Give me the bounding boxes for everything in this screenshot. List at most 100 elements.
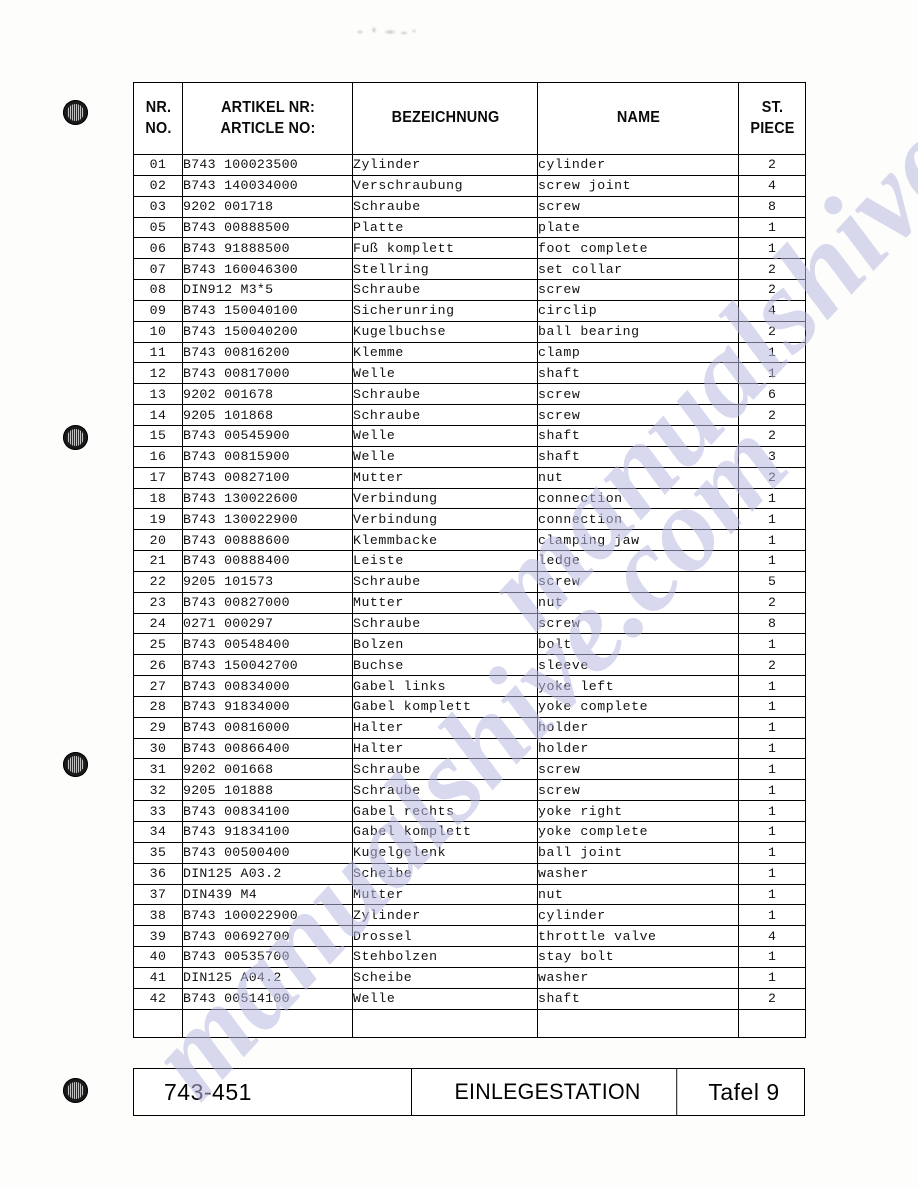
cell-article-number: B743 00692700 xyxy=(182,925,353,948)
cell-article-number: B743 150042700 xyxy=(182,654,353,677)
cell-article-number: 9205 101888 xyxy=(182,779,353,802)
cell-piece: 2 xyxy=(738,424,806,447)
drawing-title-block: 743-451 EINLEGESTATION Tafel 9 xyxy=(133,1068,805,1116)
cell-name: foot complete xyxy=(537,237,739,260)
table-row: 23 B743 00827000 Mutter nut 2 xyxy=(133,591,806,614)
punch-hole-marker xyxy=(63,100,88,125)
cell-article-number: B743 00866400 xyxy=(182,737,353,760)
table-row: 19 B743 130022900 Verbindung connection 1 xyxy=(133,508,806,531)
cell-name: clamp xyxy=(537,341,739,364)
cell-name: stay bolt xyxy=(537,946,739,968)
cell-designation: Mutter xyxy=(352,883,538,906)
cell-number: 34 xyxy=(133,821,183,843)
table-row: 29 B743 00816000 Halter holder 1 xyxy=(133,716,806,739)
table-row: 16 B743 00815900 Welle shaft 3 xyxy=(133,445,806,468)
cell-article-number: B743 100023500 xyxy=(182,154,353,176)
cell-name: nut xyxy=(537,466,739,489)
cell-designation: Verbindung xyxy=(352,487,538,510)
scan-smudge-artifact xyxy=(352,24,422,40)
table-row: 20 B743 00888600 Klemmbacke clamping jaw 1 xyxy=(133,529,806,552)
cell-piece: 1 xyxy=(738,508,806,531)
cell-designation: Schraube xyxy=(352,404,538,426)
cell-name: cylinder xyxy=(537,904,739,927)
cell-designation: Bolzen xyxy=(352,633,538,656)
cell-piece: 3 xyxy=(738,445,806,468)
table-row: 22 9205 101573 Schraube screw 5 xyxy=(133,570,806,593)
cell-number: 05 xyxy=(133,216,183,239)
table-row: 27 B743 00834000 Gabel links yoke left 1 xyxy=(133,675,806,697)
cell-number: 35 xyxy=(133,841,183,864)
cell-number: 18 xyxy=(133,487,183,510)
cell-article-number: B743 150040200 xyxy=(182,320,353,343)
table-row: 32 9205 101888 Schraube screw 1 xyxy=(133,779,806,802)
cell-number: 01 xyxy=(133,154,183,176)
cell-piece: 1 xyxy=(738,758,806,781)
cell-designation: Welle xyxy=(352,362,538,385)
cell-name: screw xyxy=(537,779,739,802)
cell-number: 12 xyxy=(133,362,183,385)
table-row: 09 B743 150040100 Sicherunring circlip 4 xyxy=(133,299,806,322)
table-header: NR. NO. ARTIKEL NR: ARTICLE NO: BEZEICHN… xyxy=(134,82,806,155)
cell-article-number: 0271 000297 xyxy=(182,612,353,635)
cell-piece: 2 xyxy=(738,404,806,426)
table-row: 02 B743 140034000 Verschraubung screw joint… xyxy=(133,174,806,197)
model-number: 743-451 xyxy=(134,1069,412,1115)
cell-piece: 1 xyxy=(738,883,806,906)
cell-name: nut xyxy=(537,591,739,614)
cell-designation: Sicherunring xyxy=(352,299,538,322)
cell-name: shaft xyxy=(537,362,739,385)
cell-number: 23 xyxy=(133,591,183,614)
cell-name: yoke left xyxy=(537,675,739,697)
cell-article-number: B743 160046300 xyxy=(182,258,353,281)
table-body: 01 B743 100023500 Zylinder cylinder 2 02 B743 … xyxy=(133,154,806,1038)
cell-number: 33 xyxy=(133,800,183,822)
cell-name: screw xyxy=(537,383,739,406)
punch-hole-marker xyxy=(63,425,88,450)
cell-piece: 2 xyxy=(738,654,806,677)
cell-piece: 1 xyxy=(738,779,806,802)
cell-article-number: B743 91888500 xyxy=(182,237,353,260)
cell-article-number: B743 00816000 xyxy=(182,716,353,739)
table-row: 39 B743 00692700 Drossel throttle valve 4 xyxy=(133,925,806,948)
table-row: 33 B743 00834100 Gabel rechts yoke right 1 xyxy=(133,800,806,822)
cell-designation: Verschraubung xyxy=(352,174,538,197)
cell-number: 39 xyxy=(133,925,183,948)
cell-name: nut xyxy=(537,883,739,906)
cell-article-number: B743 00827100 xyxy=(182,466,353,489)
cell-name: set collar xyxy=(537,258,739,281)
table-row: 41 DIN125 A04.2 Scheibe washer 1 xyxy=(133,966,806,989)
station-name: EINLEGESTATION xyxy=(419,1069,678,1115)
cell-article-number: DIN912 M3*5 xyxy=(182,279,353,301)
cell-article-number: B743 00545900 xyxy=(182,424,353,447)
cell-name: sleeve xyxy=(537,654,739,677)
cell-name: ledge xyxy=(537,550,739,572)
cell-piece: 1 xyxy=(738,737,806,760)
cell-piece: 1 xyxy=(738,904,806,927)
cell-article-number: DIN439 M4 xyxy=(182,883,353,906)
cell-number: 16 xyxy=(133,445,183,468)
cell-designation: Schraube xyxy=(352,758,538,781)
table-row: 03 9202 001718 Schraube screw 8 xyxy=(133,195,806,218)
cell-designation: Klemmbacke xyxy=(352,529,538,552)
cell-piece: 1 xyxy=(738,800,806,822)
cell-article-number: B743 00827000 xyxy=(182,591,353,614)
table-row: 40 B743 00535700 Stehbolzen stay bolt 1 xyxy=(133,946,806,968)
cell-name: screw xyxy=(537,758,739,781)
cell-number: 36 xyxy=(133,862,183,885)
cell-designation: Kugelgelenk xyxy=(352,841,538,864)
cell-article-number: B743 00548400 xyxy=(182,633,353,656)
cell-article-number: 9205 101573 xyxy=(182,570,353,593)
table-row: 38 B743 100022900 Zylinder cylinder 1 xyxy=(133,904,806,927)
cell-designation: Halter xyxy=(352,716,538,739)
cell-designation: Schraube xyxy=(352,570,538,593)
cell-number: 02 xyxy=(133,174,183,197)
cell-piece: 1 xyxy=(738,716,806,739)
cell-article-number: B743 00888400 xyxy=(182,550,353,572)
cell-name: connection xyxy=(537,487,739,510)
cell-number: 29 xyxy=(133,716,183,739)
header-row: NR. NO. ARTIKEL NR: ARTICLE NO: BEZEICHN… xyxy=(134,82,806,155)
cell-name: bolt xyxy=(537,633,739,656)
table-row: 25 B743 00548400 Bolzen bolt 1 xyxy=(133,633,806,656)
cell-piece: 8 xyxy=(738,195,806,218)
table-row: 35 B743 00500400 Kugelgelenk ball joint 1 xyxy=(133,841,806,864)
